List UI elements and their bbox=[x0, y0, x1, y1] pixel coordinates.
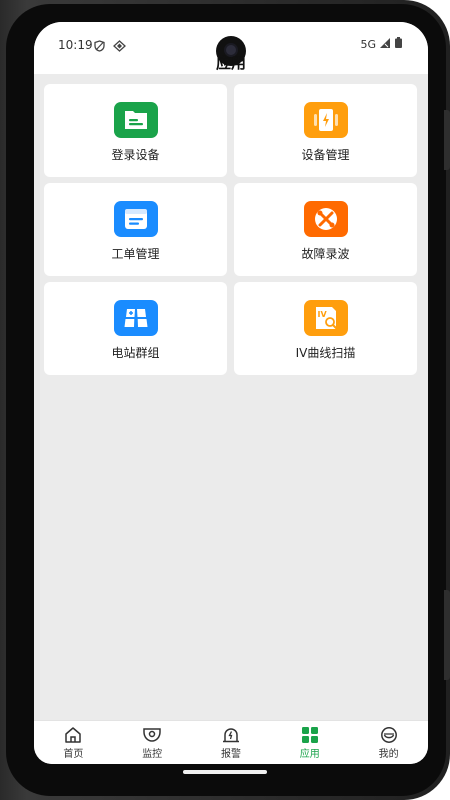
profile-icon bbox=[379, 726, 399, 744]
nav-item-profile[interactable]: 我的 bbox=[354, 726, 424, 760]
nav-label: 报警 bbox=[220, 749, 241, 760]
apps-grid-icon bbox=[300, 726, 320, 744]
app-label: IV曲线扫描 bbox=[295, 346, 356, 360]
app-grid: 登录设备 设备管理 工单管理 故障录波 电站群组 IV IV曲线扫描 bbox=[44, 84, 417, 375]
alarm-icon bbox=[221, 726, 241, 744]
home-indicator[interactable] bbox=[183, 770, 267, 774]
home-icon bbox=[63, 726, 83, 744]
volume-button bbox=[444, 110, 450, 170]
login-device-icon bbox=[113, 102, 158, 138]
app-card-station-group[interactable]: 电站群组 bbox=[44, 282, 227, 375]
status-icons-right: 5G bbox=[360, 37, 402, 51]
signal-icon bbox=[380, 37, 391, 51]
app-card-work-order[interactable]: 工单管理 bbox=[44, 183, 227, 276]
nav-item-alarm[interactable]: 报警 bbox=[196, 726, 266, 760]
svg-text:IV: IV bbox=[317, 310, 327, 319]
monitor-icon bbox=[142, 726, 162, 744]
app-label: 电站群组 bbox=[111, 346, 160, 360]
device-frame: 10:19 应用 5G 登录设备 设备管理 工单管理 故障录波 电站群组 IV … bbox=[0, 0, 450, 800]
fault-recording-icon bbox=[303, 201, 348, 237]
phone-screen: 10:19 应用 5G 登录设备 设备管理 工单管理 故障录波 电站群组 IV … bbox=[34, 22, 428, 764]
app-card-device-management[interactable]: 设备管理 bbox=[234, 84, 417, 177]
app-label: 故障录波 bbox=[301, 247, 350, 261]
nav-label: 应用 bbox=[299, 749, 320, 760]
app-label: 设备管理 bbox=[301, 148, 350, 162]
app-label: 工单管理 bbox=[111, 247, 160, 261]
iv-curve-scan-icon: IV bbox=[303, 300, 348, 336]
status-time: 10:19 bbox=[58, 38, 93, 52]
bottom-nav: 首页 监控 报警 应用 我的 bbox=[34, 720, 428, 764]
app-label: 登录设备 bbox=[111, 148, 160, 162]
device-management-icon bbox=[303, 102, 348, 138]
station-group-icon bbox=[113, 300, 158, 336]
nav-label: 监控 bbox=[142, 749, 163, 760]
page-title: 应用 bbox=[215, 54, 246, 72]
nav-item-monitor[interactable]: 监控 bbox=[117, 726, 187, 760]
network-type: 5G bbox=[360, 37, 376, 51]
app-card-iv-curve-scan[interactable]: IV IV曲线扫描 bbox=[234, 282, 417, 375]
status-bar: 10:19 应用 5G bbox=[34, 22, 428, 74]
battery-icon bbox=[395, 37, 402, 51]
nav-item-apps[interactable]: 应用 bbox=[275, 726, 345, 760]
power-button bbox=[444, 590, 450, 680]
app-card-login-device[interactable]: 登录设备 bbox=[44, 84, 227, 177]
work-order-icon bbox=[113, 201, 158, 237]
app-card-fault-recording[interactable]: 故障录波 bbox=[234, 183, 417, 276]
nav-label: 我的 bbox=[378, 749, 399, 760]
nav-item-home[interactable]: 首页 bbox=[38, 726, 108, 760]
nav-label: 首页 bbox=[63, 749, 84, 760]
